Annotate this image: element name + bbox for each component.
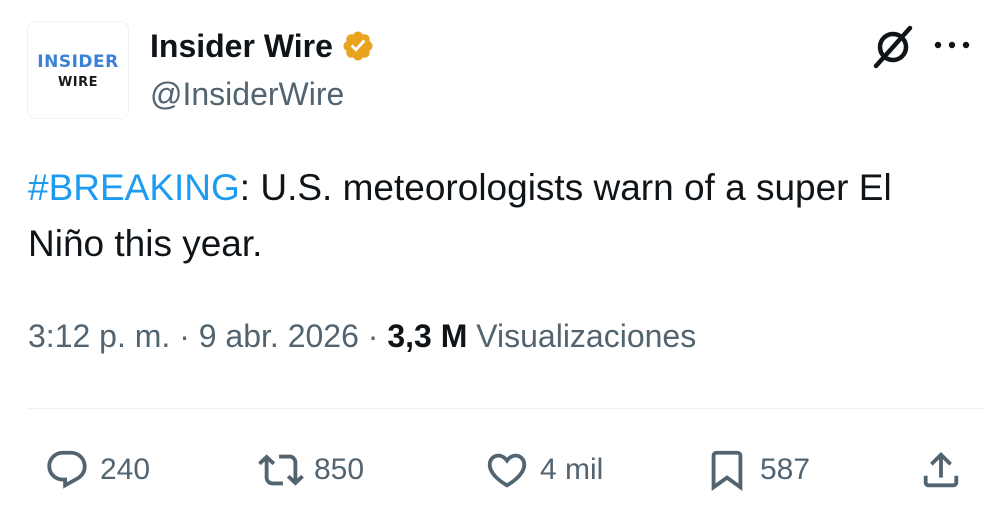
avatar-logo-subtext: WIRE [57, 75, 99, 90]
hashtag-link[interactable]: #BREAKING [28, 167, 240, 208]
more-icon[interactable] [930, 30, 974, 60]
author-handle[interactable]: @InsiderWire [150, 76, 344, 113]
bookmark-count: 587 [760, 453, 811, 486]
heart-icon [487, 453, 527, 488]
reply-button[interactable]: 240 [44, 445, 150, 495]
grok-icon[interactable] [868, 22, 918, 72]
like-count: 4 mil [540, 453, 604, 486]
tweet-text: #BREAKING: U.S. meteorologists warn of a… [28, 160, 978, 272]
bookmark-icon [711, 450, 743, 491]
views-label: Visualizaciones [476, 318, 697, 354]
meta-separator: · [170, 318, 199, 354]
share-icon [923, 451, 959, 488]
avatar[interactable]: INSIDER WIRE [28, 22, 128, 118]
like-button[interactable]: 4 mil [484, 445, 603, 495]
retweet-icon [258, 454, 304, 486]
tweet-time[interactable]: 3:12 p. m. [28, 318, 170, 354]
author-name-row: Insider Wire [150, 26, 375, 66]
views-count: 3,3 M [387, 318, 468, 354]
retweet-button[interactable]: 850 [258, 445, 364, 495]
tweet-date[interactable]: 9 abr. 2026 [199, 318, 359, 354]
avatar-logo-text: INSIDER [37, 52, 119, 72]
reply-count: 240 [100, 453, 151, 486]
author-display-name[interactable]: Insider Wire [150, 28, 333, 65]
bookmark-button[interactable]: 587 [704, 445, 810, 495]
divider [28, 408, 984, 409]
verified-badge-icon[interactable] [341, 29, 375, 63]
tweet-meta: 3:12 p. m. · 9 abr. 2026 · 3,3 M Visuali… [28, 318, 696, 355]
share-button[interactable] [918, 445, 964, 495]
retweet-count: 850 [314, 453, 365, 486]
meta-separator: · [358, 318, 388, 354]
reply-icon [47, 450, 87, 489]
